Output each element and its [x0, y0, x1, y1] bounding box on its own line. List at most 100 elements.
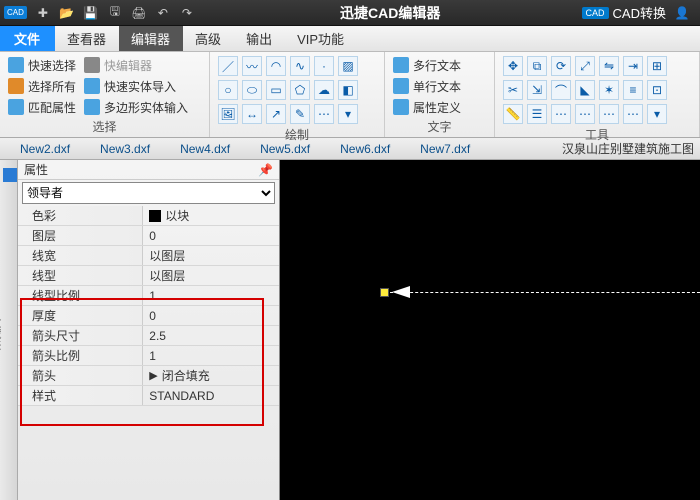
redo-icon[interactable]: ↷ [177, 3, 197, 23]
mirror-icon[interactable]: ⇋ [599, 56, 619, 76]
property-grid: 色彩以块 图层0 线宽以图层 线型以图层 线型比例1 厚度0 箭头尺寸2.5 箭… [18, 206, 279, 500]
menu-editor[interactable]: 编辑器 [119, 26, 183, 51]
panel-title: 属性 [24, 161, 48, 178]
prop-row-ltscale: 线型比例1 [18, 286, 279, 306]
doc-tab[interactable]: New6.dxf [340, 142, 390, 156]
ellipse-icon[interactable]: ⬭ [242, 80, 262, 100]
tmore3-icon[interactable]: ⋯ [599, 104, 619, 124]
select-all-icon [8, 78, 24, 94]
grip-handle[interactable] [380, 288, 389, 297]
line-icon[interactable]: ／ [218, 56, 238, 76]
poly-ent-in-button[interactable]: 多边形实体输入 [84, 98, 188, 116]
quick-select-button[interactable]: 快速选择 [8, 56, 76, 74]
menu-advanced[interactable]: 高级 [183, 26, 234, 51]
circle-icon[interactable]: ○ [218, 80, 238, 100]
doc-tab[interactable]: New5.dxf [260, 142, 310, 156]
workspace: 收藏夹 属性 📌 领导者 色彩以块 图层0 线宽以图层 线型以图层 线型比例1 … [0, 160, 700, 500]
pin-icon[interactable]: 📌 [258, 163, 273, 177]
align-icon[interactable]: ≡ [623, 80, 643, 100]
ribbon-group-select: 快速选择 选择所有 匹配属性 快编辑器 快速实体导入 多边形实体输入 选择 [0, 52, 210, 137]
dim-icon[interactable]: ↔ [242, 104, 262, 124]
polyline-icon[interactable]: 〰 [242, 56, 262, 76]
document-tabs: New2.dxf New3.dxf New4.dxf New5.dxf New6… [0, 138, 700, 160]
block-icon[interactable]: ◧ [338, 80, 358, 100]
ribbon-group-tools: ✥ ⧉ ⟳ ⤢ ⇋ ⇥ ⊞ ✂ ⇲ ⌒ ◣ ✶ ≡ ⊡ 📏 ☰ ⋯ ⋯ ⋯ ⋯ … [495, 52, 700, 137]
select-all-button[interactable]: 选择所有 [8, 77, 76, 95]
stext-button[interactable]: 单行文本 [393, 77, 461, 95]
saveall-icon[interactable]: 🖫 [105, 3, 125, 23]
more2-icon[interactable]: ▾ [338, 104, 358, 124]
fav-icon [3, 168, 17, 182]
hatch-icon[interactable]: ▨ [338, 56, 358, 76]
doc-tab[interactable]: New7.dxf [420, 142, 470, 156]
cad-badge-icon: CAD [582, 7, 609, 19]
layer-icon[interactable]: ☰ [527, 104, 547, 124]
undo-icon[interactable]: ↶ [153, 3, 173, 23]
move-icon[interactable]: ✥ [503, 56, 523, 76]
tmore4-icon[interactable]: ⋯ [623, 104, 643, 124]
drawing-canvas[interactable] [280, 160, 700, 500]
title-bar: CAD ✚ 📂 💾 🖫 🖨 ↶ ↷ 迅捷CAD编辑器 CAD CAD转换 👤 [0, 0, 700, 26]
doc-tab[interactable]: New4.dxf [180, 142, 230, 156]
arc-icon[interactable]: ◠ [266, 56, 286, 76]
ribbon-label-select: 选择 [8, 116, 201, 135]
quick-ent-import-button[interactable]: 快速实体导入 [84, 77, 188, 95]
image-icon[interactable]: 🖼 [218, 104, 238, 124]
match-prop-button[interactable]: 匹配属性 [8, 98, 76, 116]
rect-icon[interactable]: ▭ [266, 80, 286, 100]
measure-icon[interactable]: 📏 [503, 104, 523, 124]
menu-file[interactable]: 文件 [0, 26, 55, 51]
group-icon[interactable]: ⊡ [647, 80, 667, 100]
cad-convert-button[interactable]: CAD转换 [613, 3, 666, 22]
cloud-icon[interactable]: ☁ [314, 80, 334, 100]
point-icon[interactable]: · [314, 56, 334, 76]
doc-tab-active[interactable]: 汉泉山庄别墅建筑施工图 [562, 140, 700, 157]
prop-row-arrowsize: 箭头尺寸2.5 [18, 326, 279, 346]
save-icon[interactable]: 💾 [81, 3, 101, 23]
extend-icon[interactable]: ⇲ [527, 80, 547, 100]
doc-tab[interactable]: New3.dxf [100, 142, 150, 156]
prop-row-thickness: 厚度0 [18, 306, 279, 326]
array-icon[interactable]: ⊞ [647, 56, 667, 76]
doc-tab[interactable]: New2.dxf [20, 142, 70, 156]
rotate-icon[interactable]: ⟳ [551, 56, 571, 76]
fillet-icon[interactable]: ⌒ [551, 80, 571, 100]
tmore1-icon[interactable]: ⋯ [551, 104, 571, 124]
explode-icon[interactable]: ✶ [599, 80, 619, 100]
scale-icon[interactable]: ⤢ [575, 56, 595, 76]
offset-icon[interactable]: ⇥ [623, 56, 643, 76]
entity-type-select[interactable]: 领导者 [22, 182, 275, 204]
leader-icon[interactable]: ↗ [266, 104, 286, 124]
ribbon-group-draw: ／ 〰 ◠ ∿ · ▨ ○ ⬭ ▭ ⬠ ☁ ◧ 🖼 ↔ ↗ ✎ ⋯ ▾ 绘制 [210, 52, 385, 137]
ribbon-label-draw: 绘制 [218, 124, 376, 143]
print-icon[interactable]: 🖨 [129, 3, 149, 23]
user-icon[interactable]: 👤 [672, 3, 692, 23]
attrdef-button[interactable]: 属性定义 [393, 98, 461, 116]
cursor-icon [8, 57, 24, 73]
tmore2-icon[interactable]: ⋯ [575, 104, 595, 124]
tmore5-icon[interactable]: ▾ [647, 104, 667, 124]
menu-output[interactable]: 输出 [234, 26, 285, 51]
trim-icon[interactable]: ✂ [503, 80, 523, 100]
polygon-icon [84, 99, 100, 115]
color-swatch-icon [149, 210, 161, 222]
flag-icon: ▶ [149, 369, 157, 382]
brush-icon[interactable]: ✎ [290, 104, 310, 124]
copy-icon[interactable]: ⧉ [527, 56, 547, 76]
new-icon[interactable]: ✚ [33, 3, 53, 23]
chamfer-icon[interactable]: ◣ [575, 80, 595, 100]
side-tab-favorites[interactable]: 收藏夹 [0, 160, 18, 500]
menu-vip[interactable]: VIP功能 [285, 26, 357, 51]
properties-panel: 属性 📌 领导者 色彩以块 图层0 线宽以图层 线型以图层 线型比例1 厚度0 … [18, 160, 280, 500]
stext-icon [393, 78, 409, 94]
quick-editor-button: 快编辑器 [84, 56, 188, 74]
prop-row-color: 色彩以块 [18, 206, 279, 226]
open-icon[interactable]: 📂 [57, 3, 77, 23]
spline-icon[interactable]: ∿ [290, 56, 310, 76]
mtext-button[interactable]: 多行文本 [393, 56, 461, 74]
side-tab-label: 收藏夹 [0, 317, 1, 350]
prop-row-layer: 图层0 [18, 226, 279, 246]
polygon2-icon[interactable]: ⬠ [290, 80, 310, 100]
menu-viewer[interactable]: 查看器 [55, 26, 119, 51]
more1-icon[interactable]: ⋯ [314, 104, 334, 124]
